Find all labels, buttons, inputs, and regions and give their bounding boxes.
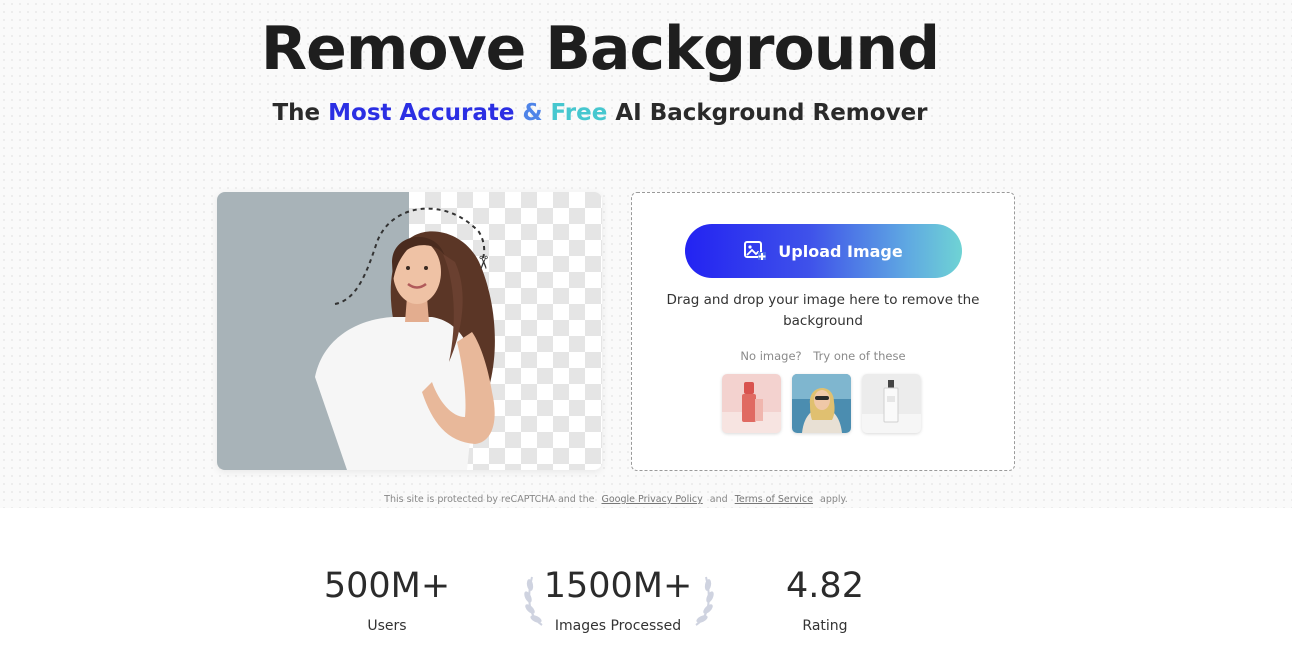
stat-images-value: 1500M+ [543,566,693,606]
page-subtitle: The Most Accurate & Free AI Background R… [0,100,1200,126]
legal-and: and [709,494,728,505]
image-add-icon [744,241,767,260]
stat-images-label: Images Processed [554,618,682,634]
sample-lipstick[interactable] [722,374,781,433]
upload-dropzone[interactable]: Upload Image Drag and drop your image he… [631,192,1015,471]
subtitle-highlight-free: Free [550,100,608,126]
scissors-icon: ✂ [472,254,494,271]
subtitle-prefix: The [272,100,321,126]
stat-users-value: 500M+ [323,566,451,606]
recaptcha-notice: This site is protected by reCAPTCHA and … [0,494,1232,505]
stat-rating-value: 4.82 [786,566,864,606]
demo-woman-illustration [315,207,495,470]
no-image-text: No image? [740,349,802,363]
try-one-text: Try one of these [813,349,906,363]
legal-suffix: apply. [820,494,848,505]
subtitle-suffix: AI Background Remover [615,100,928,126]
woman-photo-icon [792,374,851,433]
lipstick-photo-icon [722,374,781,433]
subtitle-highlight-accurate: Most Accurate [328,100,515,126]
privacy-policy-link[interactable]: Google Privacy Policy [601,494,702,505]
perfume-photo-icon [862,374,921,433]
upload-button-label: Upload Image [778,241,903,261]
demo-illustration: ✂ [217,192,602,470]
upload-image-button[interactable]: Upload Image [685,224,962,278]
stat-rating: 4.82 Rating [765,566,885,634]
try-samples-row: No image? Try one of these [632,349,1014,363]
terms-of-service-link[interactable]: Terms of Service [735,494,813,505]
sample-perfume[interactable] [862,374,921,433]
stat-users-label: Users [367,618,407,634]
sample-woman[interactable] [792,374,851,433]
sample-images [722,374,921,433]
laurel-right-icon [695,576,714,626]
legal-prefix: This site is protected by reCAPTCHA and … [384,494,595,505]
stat-users: 500M+ Users [317,566,457,634]
stat-images-processed: 1500M+ Images Processed [538,566,698,634]
subtitle-ampersand: & [522,100,543,126]
drag-drop-instructions: Drag and drop your image here to remove … [666,292,980,329]
page-title: Remove Background [260,14,940,84]
stat-rating-label: Rating [802,618,848,634]
